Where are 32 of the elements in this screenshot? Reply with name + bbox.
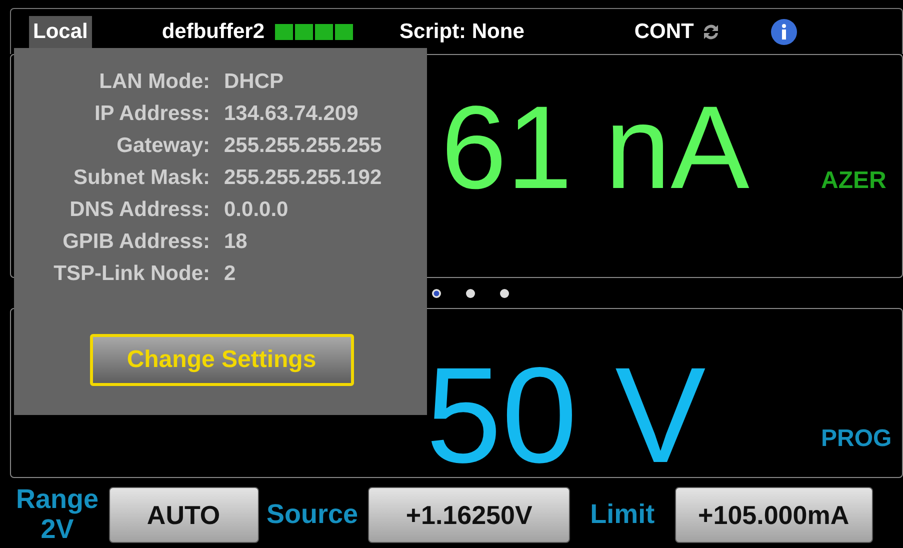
measurement-reading: 61 nA — [441, 89, 750, 207]
field-label: TSP-Link Node: — [52, 262, 210, 286]
page-dot[interactable] — [500, 288, 509, 298]
field-value: DHCP — [224, 70, 285, 94]
setting-sublabel: 2V — [40, 515, 74, 545]
field-value: 255.255.255.192 — [224, 166, 383, 190]
setting-button[interactable]: +1.16250V — [368, 487, 570, 543]
setting-label: Range — [16, 485, 99, 515]
info-icon[interactable] — [770, 18, 798, 46]
program-indicator: PROG — [821, 425, 892, 453]
setting-label: Limit — [590, 500, 655, 530]
page-dot[interactable] — [432, 288, 441, 298]
field-label: Subnet Mask: — [72, 166, 210, 190]
field-label: DNS Address: — [68, 198, 210, 222]
field-value: 255.255.255.255 — [224, 134, 383, 158]
setting-button[interactable]: AUTO — [108, 487, 259, 543]
field-label: Gateway: — [116, 134, 210, 158]
setting-label: Source — [266, 500, 358, 530]
mode-indicator[interactable]: Local — [29, 16, 92, 48]
field-value: 2 — [224, 262, 237, 286]
field-label: LAN Mode: — [98, 70, 210, 94]
buffer-name[interactable]: defbuffer2 — [162, 20, 265, 44]
field-value: 0.0.0.0 — [224, 198, 290, 222]
setting-button[interactable]: +105.000mA — [674, 487, 873, 543]
page-dot[interactable] — [466, 288, 475, 298]
field-label: GPIB Address: — [62, 230, 210, 254]
script-indicator[interactable]: Script: None — [400, 20, 524, 44]
trigger-mode[interactable]: CONT — [634, 20, 694, 44]
field-value: 18 — [224, 230, 248, 254]
field-label: IP Address: — [93, 102, 210, 126]
source-reading: 50 V — [426, 347, 706, 477]
field-value: 134.63.74.209 — [224, 102, 360, 126]
